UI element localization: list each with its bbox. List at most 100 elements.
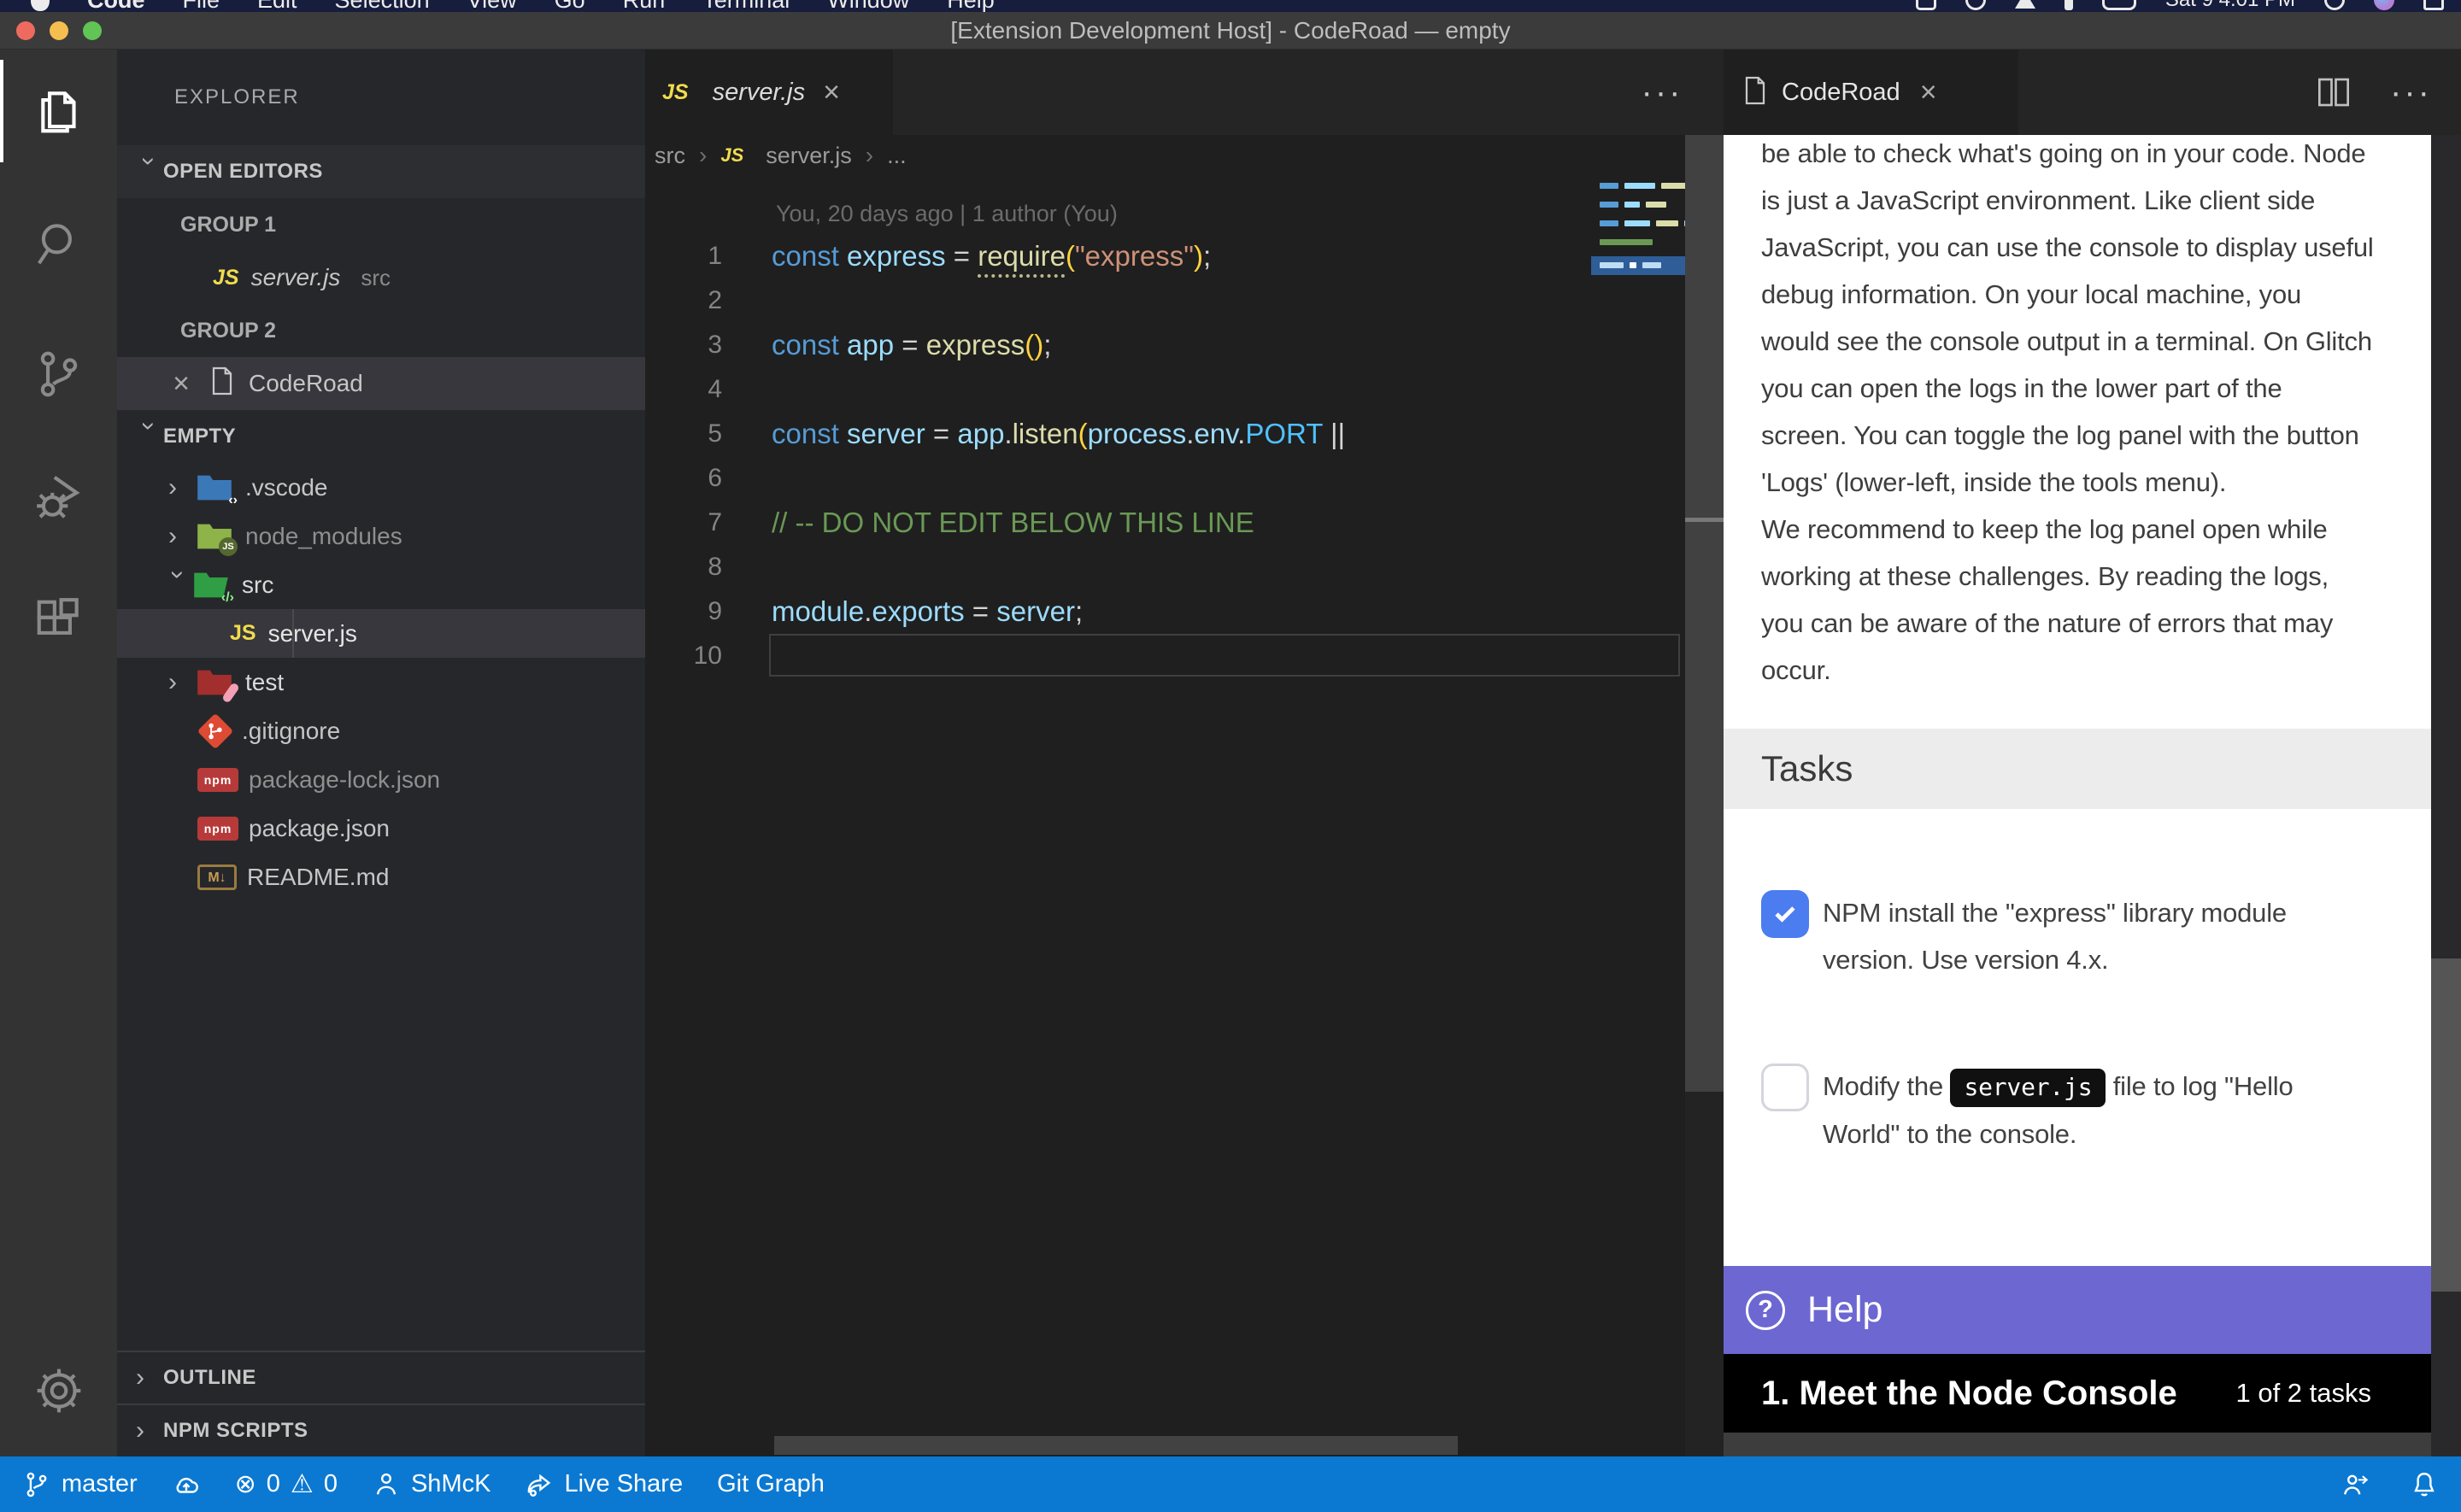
menu-item-window[interactable]: Window — [827, 0, 909, 12]
help-question-icon: ? — [1746, 1291, 1785, 1330]
user-name: ShMcK — [411, 1470, 490, 1498]
npm-scripts-section-header[interactable]: › NPM SCRIPTS — [117, 1404, 645, 1456]
source-control-activity-button[interactable] — [0, 323, 117, 425]
live-share-button[interactable]: Live Share — [525, 1470, 683, 1499]
code-line-2[interactable]: 2 — [645, 278, 1685, 323]
menu-item-file[interactable]: File — [183, 0, 220, 12]
close-tab-icon[interactable]: × — [817, 76, 846, 109]
code-line-5[interactable]: 5const server = app.listen(process.env.P… — [645, 412, 1685, 456]
live-share-contacts-button[interactable] — [2341, 1470, 2370, 1499]
folder-section-label: EMPTY — [163, 425, 236, 448]
minimap[interactable] — [1600, 202, 1672, 208]
tree-item-vscode[interactable]: › ‹› .vscode — [117, 463, 645, 512]
status-icon[interactable] — [1965, 0, 1986, 10]
close-icon[interactable]: × — [167, 367, 196, 401]
code-line-6[interactable]: 6 — [645, 456, 1685, 501]
open-editor-coderoad[interactable]: × CodeRoad — [117, 357, 645, 410]
status-icon[interactable] — [1916, 0, 1936, 10]
notifications-button[interactable] — [2410, 1470, 2439, 1499]
git-graph-button[interactable]: Git Graph — [717, 1470, 825, 1498]
horizontal-scrollbar-thumb[interactable] — [774, 1436, 1458, 1455]
problems-status[interactable]: ⊗ 0 ⚠ 0 — [235, 1469, 338, 1499]
breadcrumb-symbol[interactable]: ... — [887, 143, 907, 169]
minimap[interactable] — [1600, 262, 1667, 268]
tree-item-gitignore[interactable]: .gitignore — [117, 706, 645, 755]
code-text: const express = require("express"); — [772, 240, 1211, 273]
open-editor-serverjs[interactable]: JS server.js src — [117, 251, 645, 304]
code-line-7[interactable]: 7// -- DO NOT EDIT BELOW THIS LINE — [645, 501, 1685, 545]
live-share-user-status[interactable]: ShMcK — [372, 1470, 490, 1499]
tab-serverjs[interactable]: JS server.js × — [645, 50, 893, 135]
lesson-footer[interactable]: 1. Meet the Node Console 1 of 2 tasks — [1724, 1354, 2431, 1433]
tree-item-serverjs-selected[interactable]: JS server.js — [117, 609, 645, 658]
open-editors-label: OPEN EDITORS — [163, 160, 323, 184]
menu-item-run[interactable]: Run — [623, 0, 666, 12]
breadcrumb-file[interactable]: server.js — [766, 143, 852, 169]
status-icon[interactable] — [2015, 0, 2035, 9]
task2-checkbox-unchecked[interactable] — [1761, 1064, 1809, 1111]
git-branch-status[interactable]: master — [22, 1470, 138, 1499]
menubar-clock[interactable]: Sat 9 4:01 PM — [2165, 0, 2295, 12]
task1-checkbox-checked[interactable] — [1761, 890, 1809, 938]
code-line-4[interactable]: 4 — [645, 367, 1685, 412]
sync-changes-button[interactable] — [172, 1470, 201, 1499]
gitlens-blame-annotation[interactable]: You, 20 days ago | 1 author (You) — [776, 193, 1118, 234]
lesson-title: 1. Meet the Node Console — [1761, 1374, 2177, 1413]
menu-item-go[interactable]: Go — [555, 0, 585, 12]
code-line-3[interactable]: 3const app = express(); — [645, 323, 1685, 367]
spotlight-icon[interactable] — [2324, 0, 2345, 10]
outline-section-header[interactable]: › OUTLINE — [117, 1351, 645, 1404]
menu-item-help[interactable]: Help — [947, 0, 995, 12]
search-activity-button[interactable] — [0, 192, 117, 295]
code-text: // -- DO NOT EDIT BELOW THIS LINE — [772, 507, 1254, 539]
close-tab-icon[interactable]: × — [1914, 76, 1943, 109]
live-share-label: Live Share — [564, 1470, 683, 1498]
tree-item-node-modules[interactable]: › JS node_modules — [117, 512, 645, 560]
close-window-button[interactable] — [16, 21, 35, 40]
explorer-activity-button[interactable] — [0, 60, 117, 162]
split-editor-icon[interactable] — [2315, 75, 2352, 109]
control-center-icon[interactable] — [2423, 0, 2444, 10]
tab-label: CodeRoad — [1782, 79, 1900, 107]
menu-item-terminal[interactable]: Terminal — [702, 0, 790, 12]
npm-icon: npm — [197, 817, 238, 841]
status-icon[interactable] — [2065, 0, 2073, 10]
tab-coderoad[interactable]: CodeRoad × — [1724, 50, 2018, 135]
tree-item-package-lock[interactable]: npm package-lock.json — [117, 755, 645, 804]
editor-group1-header[interactable]: GROUP 1 — [117, 198, 645, 251]
panel-actions: ··· — [2273, 50, 2461, 135]
open-editors-section-header[interactable]: › OPEN EDITORS — [117, 145, 645, 198]
code-line-9[interactable]: 9module.exports = server; — [645, 589, 1685, 634]
menu-item-edit[interactable]: Edit — [257, 0, 297, 12]
code-line-8[interactable]: 8 — [645, 545, 1685, 589]
minimize-window-button[interactable] — [50, 21, 68, 40]
extensions-activity-button[interactable] — [0, 571, 117, 673]
folder-section-header[interactable]: › EMPTY — [117, 410, 645, 463]
webview-scrollbar-thumb[interactable] — [2431, 958, 2461, 1292]
run-debug-activity-button[interactable] — [0, 446, 117, 548]
menu-item-code[interactable]: Code — [87, 0, 145, 12]
zoom-window-button[interactable] — [83, 21, 102, 40]
editor-group2-header[interactable]: GROUP 2 — [117, 304, 645, 357]
apple-logo-icon[interactable] — [31, 0, 50, 11]
tree-item-src[interactable]: › ‹/› src — [117, 560, 645, 609]
help-section-header[interactable]: ? Help — [1724, 1266, 2431, 1354]
code-line-1[interactable]: 1const express = require("express"); — [645, 234, 1685, 278]
editor-scrollbar-track[interactable] — [1685, 135, 1724, 1092]
menu-item-selection[interactable]: Selection — [335, 0, 430, 12]
editor-more-actions-button[interactable]: ··· — [1628, 50, 1696, 135]
minimap[interactable] — [1600, 239, 1659, 245]
menu-item-view[interactable]: View — [467, 0, 517, 12]
settings-gear-button[interactable] — [0, 1339, 117, 1442]
siri-icon[interactable] — [2374, 0, 2394, 10]
bell-icon — [2410, 1470, 2439, 1499]
code-editor[interactable]: 1const express = require("express");23co… — [645, 234, 1685, 678]
breadcrumb-folder[interactable]: src — [655, 143, 685, 169]
share-arrow-icon — [525, 1470, 554, 1499]
panel-more-actions-button[interactable]: ··· — [2390, 73, 2432, 112]
tree-item-label: README.md — [247, 864, 389, 891]
tree-item-package-json[interactable]: npm package.json — [117, 804, 645, 853]
tree-item-test[interactable]: › test — [117, 658, 645, 706]
tree-item-readme[interactable]: M↓ README.md — [117, 853, 645, 901]
battery-icon[interactable] — [2102, 0, 2136, 10]
